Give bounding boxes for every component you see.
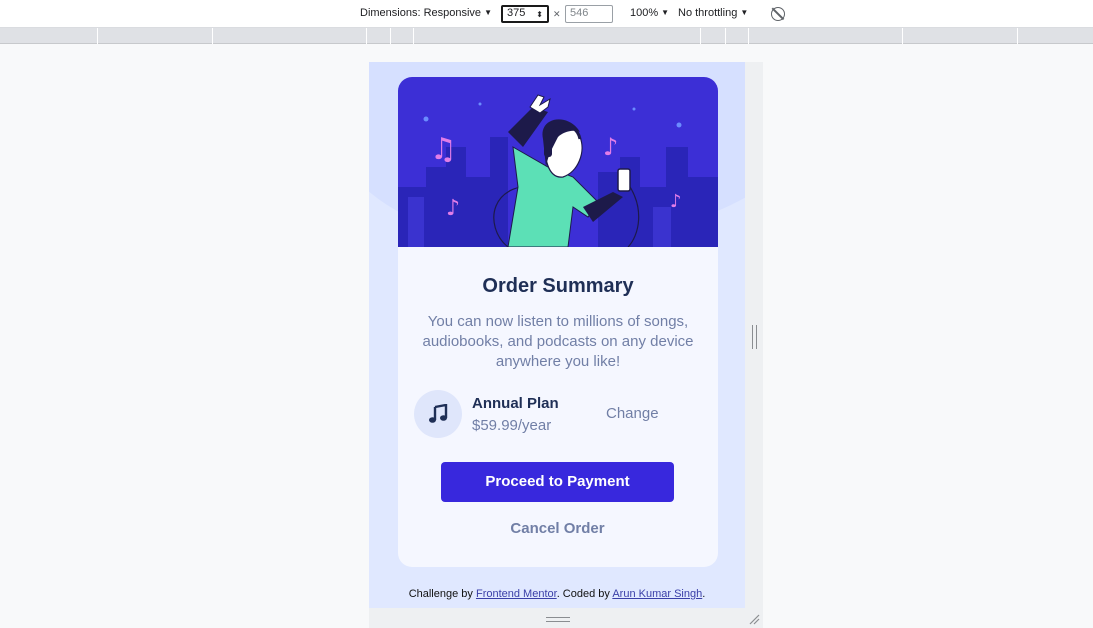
- media-query-segment[interactable]: [725, 28, 726, 44]
- change-plan-link[interactable]: Change: [606, 405, 659, 422]
- caret-down-icon: ▼: [740, 8, 749, 17]
- svg-text:♪: ♪: [670, 191, 682, 212]
- width-input[interactable]: 375 ⬍: [501, 5, 549, 23]
- media-query-bar[interactable]: [0, 28, 1093, 44]
- hero-illustration: ♫ ♪ ♪ ♪: [398, 77, 718, 247]
- resize-handle-bottom[interactable]: [546, 617, 570, 622]
- plan-price: $59.99/year: [472, 417, 552, 434]
- rotate-icon[interactable]: [771, 7, 785, 21]
- svg-text:♫: ♫: [430, 132, 457, 167]
- media-query-segment[interactable]: [413, 28, 414, 44]
- plan-name: Annual Plan: [472, 395, 559, 412]
- music-icon: [414, 390, 462, 438]
- devtools-toolbar: Dimensions: Responsive ▼ 375 ⬍ ✕ 546 100% ▼…: [0, 0, 1093, 28]
- cancel-order-button[interactable]: Cancel Order: [441, 520, 674, 542]
- order-summary-card: ♫ ♪ ♪ ♪ Order Summary You can now listen…: [398, 77, 718, 567]
- caret-down-icon: ▼: [661, 8, 670, 17]
- media-query-segment[interactable]: [366, 28, 367, 44]
- media-query-segment[interactable]: [390, 28, 391, 44]
- media-query-segment[interactable]: [748, 28, 749, 44]
- media-query-segment[interactable]: [1017, 28, 1018, 44]
- resize-corner-icon[interactable]: [748, 613, 760, 625]
- width-value: 375: [507, 7, 526, 19]
- height-input[interactable]: 546: [565, 5, 613, 23]
- media-query-segment[interactable]: [212, 28, 213, 44]
- proceed-to-payment-button[interactable]: Proceed to Payment: [441, 462, 674, 502]
- resize-handle-right[interactable]: [752, 325, 757, 349]
- author-link[interactable]: Arun Kumar Singh: [612, 588, 702, 600]
- media-query-segment[interactable]: [902, 28, 903, 44]
- media-query-segment[interactable]: [700, 28, 701, 44]
- order-description: You can now listen to millions of songs,…: [422, 313, 694, 370]
- dimensions-label: Dimensions: Responsive: [360, 7, 482, 19]
- zoom-dropdown[interactable]: 100% ▼: [630, 7, 669, 19]
- attribution: Challenge by Frontend Mentor. Coded by A…: [369, 588, 745, 600]
- attribution-prefix: Challenge by: [408, 588, 473, 600]
- media-query-segment[interactable]: [97, 28, 98, 44]
- height-placeholder: 546: [570, 7, 589, 19]
- zoom-label: 100%: [630, 7, 659, 19]
- dancing-person-illustration: ♫ ♪ ♪ ♪: [398, 94, 718, 247]
- caret-down-icon: ▼: [484, 8, 492, 17]
- spinner-icon: ⬍: [536, 10, 543, 19]
- svg-text:♪: ♪: [446, 196, 460, 221]
- throttling-dropdown[interactable]: No throttling ▼: [678, 7, 748, 19]
- times-icon: ✕: [553, 9, 561, 19]
- frontend-mentor-link[interactable]: Frontend Mentor: [476, 588, 557, 600]
- svg-text:♪: ♪: [603, 133, 618, 161]
- page-title: Order Summary: [482, 275, 634, 297]
- plan-summary: Annual Plan $59.99/year Change: [414, 390, 702, 440]
- attribution-suffix: .: [702, 588, 706, 600]
- attribution-middle: . Coded by: [556, 588, 610, 600]
- throttling-label: No throttling: [678, 7, 738, 19]
- dimensions-dropdown[interactable]: Dimensions: Responsive ▼: [360, 7, 492, 19]
